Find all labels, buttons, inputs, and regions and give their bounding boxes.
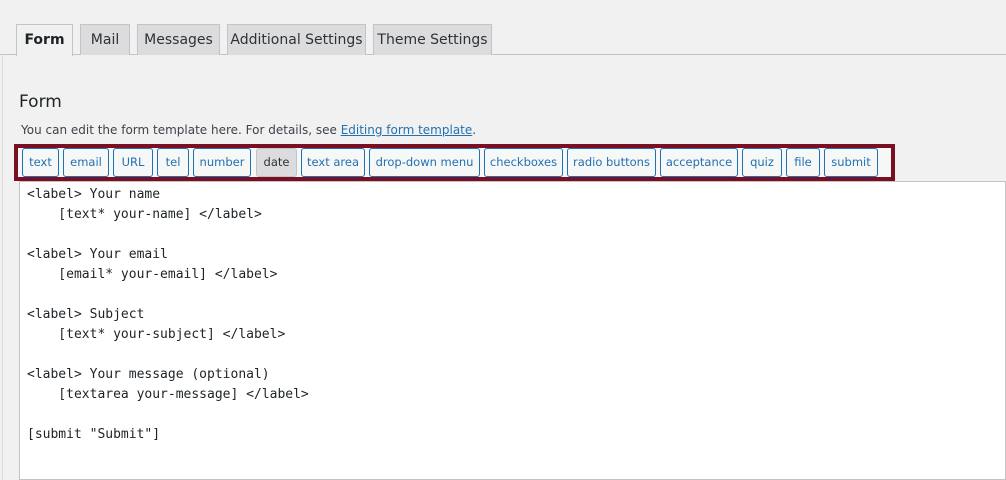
tab-messages[interactable]: Messages — [137, 24, 220, 55]
tab-form[interactable]: Form — [16, 24, 73, 56]
tag-button-number[interactable]: number — [193, 148, 251, 177]
tag-button-checkboxes[interactable]: checkboxes — [484, 148, 563, 177]
description-suffix: . — [472, 123, 477, 137]
section-description: You can edit the form template here. For… — [21, 123, 476, 137]
description-text: You can edit the form template here. For… — [21, 123, 341, 137]
section-title: Form — [19, 92, 62, 112]
tag-button-email[interactable]: email — [63, 148, 109, 177]
tag-button-submit[interactable]: submit — [824, 148, 878, 177]
form-template-code[interactable]: <label> Your name [text* your-name] </la… — [27, 185, 309, 445]
tab-bar: Form Mail Messages Additional Settings T… — [0, 0, 1006, 56]
tag-button-drop-down-menu[interactable]: drop-down menu — [369, 148, 480, 177]
tab-mail[interactable]: Mail — [80, 24, 130, 55]
tag-button-url[interactable]: URL — [113, 148, 153, 177]
editing-form-template-link[interactable]: Editing form template — [341, 123, 473, 137]
tag-button-quiz[interactable]: quiz — [742, 148, 782, 177]
tag-button-acceptance[interactable]: acceptance — [660, 148, 738, 177]
tag-button-text[interactable]: text — [22, 148, 59, 177]
tab-additional-settings[interactable]: Additional Settings — [227, 24, 366, 55]
tag-button-tel[interactable]: tel — [157, 148, 189, 177]
tag-button-file[interactable]: file — [786, 148, 820, 177]
tag-button-date[interactable]: date — [256, 148, 297, 177]
tab-theme-settings[interactable]: Theme Settings — [373, 24, 492, 55]
tag-button-text-area[interactable]: text area — [301, 148, 365, 177]
tag-button-radio-buttons[interactable]: radio buttons — [567, 148, 656, 177]
